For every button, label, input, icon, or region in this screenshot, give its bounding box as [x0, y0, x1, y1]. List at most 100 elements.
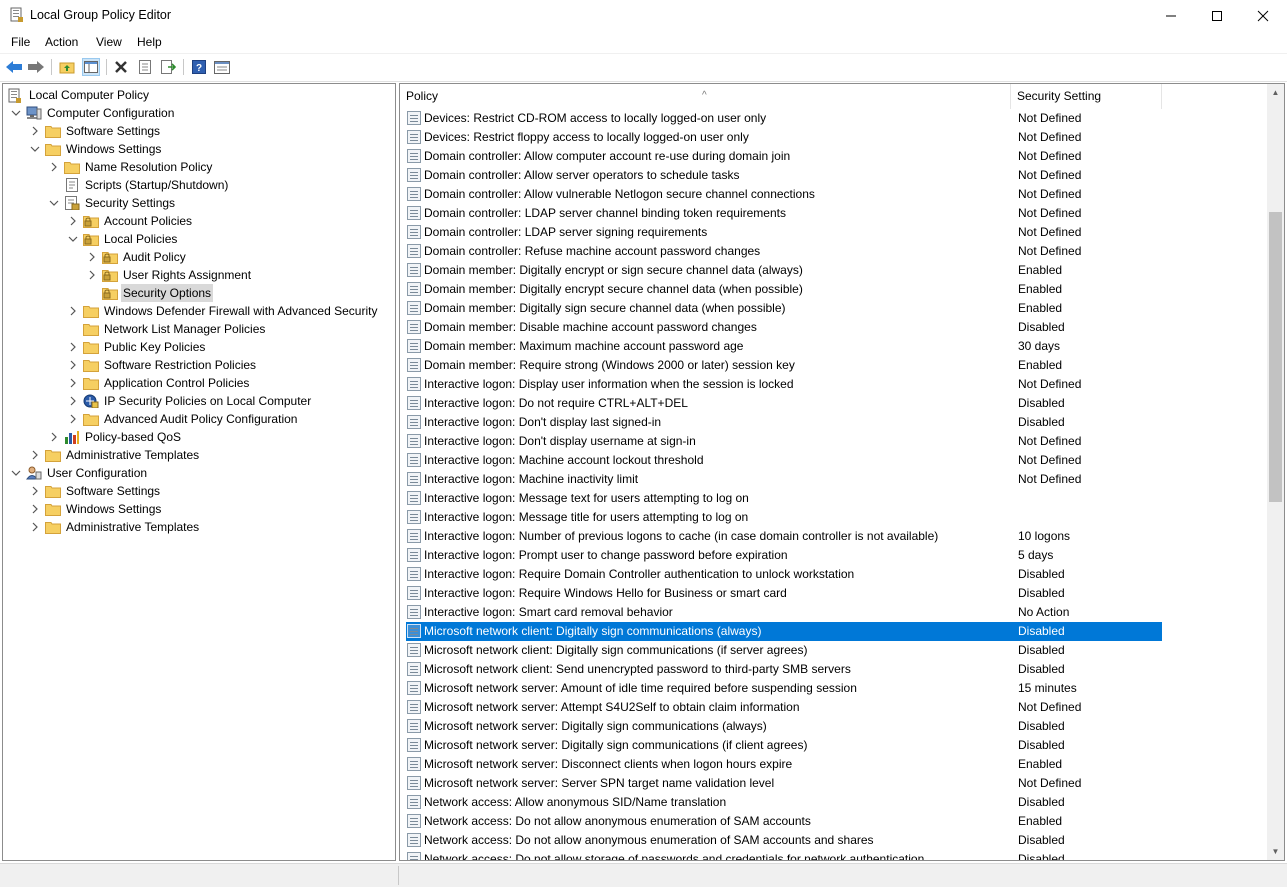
policy-row[interactable]: Microsoft network server: Disconnect cli… [406, 755, 1162, 774]
policy-row[interactable]: Interactive logon: Require Domain Contro… [406, 565, 1162, 584]
tree-item[interactable]: Public Key Policies [3, 338, 395, 356]
policy-row[interactable]: Microsoft network client: Digitally sign… [406, 641, 1162, 660]
policy-row[interactable]: Microsoft network client: Send unencrypt… [406, 660, 1162, 679]
scroll-thumb[interactable] [1269, 212, 1282, 502]
policy-row[interactable]: Domain controller: Allow vulnerable Netl… [406, 185, 1162, 204]
chevron-right-icon[interactable] [30, 486, 40, 496]
back-button[interactable] [5, 58, 23, 76]
tree-item[interactable]: Application Control Policies [3, 374, 395, 392]
export-list-button[interactable] [159, 58, 177, 76]
chevron-right-icon[interactable] [49, 432, 59, 442]
menu-help[interactable]: Help [137, 35, 162, 49]
properties-button[interactable] [136, 58, 154, 76]
policy-row[interactable]: Domain member: Disable machine account p… [406, 318, 1162, 337]
policy-row[interactable]: Network access: Do not allow storage of … [406, 850, 1162, 860]
policy-row[interactable]: Network access: Do not allow anonymous e… [406, 831, 1162, 850]
policy-row[interactable]: Microsoft network server: Server SPN tar… [406, 774, 1162, 793]
policy-row[interactable]: Domain member: Maximum machine account p… [406, 337, 1162, 356]
minimize-button[interactable] [1148, 0, 1194, 32]
policy-row[interactable]: Microsoft network server: Digitally sign… [406, 717, 1162, 736]
chevron-right-icon[interactable] [68, 306, 78, 316]
tree-item[interactable]: Audit Policy [3, 248, 395, 266]
policy-row[interactable]: Interactive logon: Prompt user to change… [406, 546, 1162, 565]
policy-row[interactable]: Interactive logon: Don't display usernam… [406, 432, 1162, 451]
chevron-right-icon[interactable] [68, 216, 78, 226]
chevron-right-icon[interactable] [68, 414, 78, 424]
chevron-right-icon[interactable] [30, 126, 40, 136]
policy-row[interactable]: Domain controller: LDAP server signing r… [406, 223, 1162, 242]
chevron-right-icon[interactable] [68, 360, 78, 370]
tree-item[interactable]: Security Settings [3, 194, 395, 212]
tree-item[interactable]: Policy-based QoS [3, 428, 395, 446]
policy-row[interactable]: Interactive logon: Message text for user… [406, 489, 1162, 508]
chevron-right-icon[interactable] [49, 162, 59, 172]
chevron-right-icon[interactable] [68, 396, 78, 406]
chevron-right-icon[interactable] [30, 450, 40, 460]
tree-item[interactable]: Local Policies [3, 230, 395, 248]
tree-item[interactable]: Account Policies [3, 212, 395, 230]
policy-row[interactable]: Domain member: Digitally encrypt or sign… [406, 261, 1162, 280]
chevron-right-icon[interactable] [87, 270, 97, 280]
vertical-scrollbar[interactable]: ▲ ▼ [1267, 84, 1284, 860]
tree-item[interactable]: User Configuration [3, 464, 395, 482]
policy-row[interactable]: Devices: Restrict CD-ROM access to local… [406, 109, 1162, 128]
tree-item[interactable]: IP Security Policies on Local Computer [3, 392, 395, 410]
menu-action[interactable]: Action [45, 35, 78, 49]
policy-row[interactable]: Microsoft network server: Attempt S4U2Se… [406, 698, 1162, 717]
tree-item[interactable]: Software Settings [3, 122, 395, 140]
up-folder-button[interactable] [58, 58, 76, 76]
policy-list[interactable]: Policy ^ Security Setting Devices: Restr… [399, 83, 1285, 861]
tree-item[interactable]: Security Options [3, 284, 395, 302]
tree-item[interactable]: Name Resolution Policy [3, 158, 395, 176]
show-hide-tree-button[interactable] [82, 58, 100, 76]
tree-item[interactable]: Administrative Templates [3, 446, 395, 464]
column-header-security-setting[interactable]: Security Setting [1011, 84, 1162, 109]
scroll-up-icon[interactable]: ▲ [1267, 84, 1284, 101]
chevron-right-icon[interactable] [30, 504, 40, 514]
policy-row[interactable]: Network access: Allow anonymous SID/Name… [406, 793, 1162, 812]
policy-row[interactable]: Domain controller: LDAP server channel b… [406, 204, 1162, 223]
policy-row[interactable]: Interactive logon: Display user informat… [406, 375, 1162, 394]
column-header-policy[interactable]: Policy ^ [400, 84, 1011, 109]
chevron-down-icon[interactable] [68, 234, 78, 244]
policy-row[interactable]: Interactive logon: Don't display last si… [406, 413, 1162, 432]
policy-row[interactable]: Domain controller: Allow server operator… [406, 166, 1162, 185]
policy-row[interactable]: Microsoft network server: Digitally sign… [406, 736, 1162, 755]
chevron-right-icon[interactable] [87, 252, 97, 262]
tree-item[interactable]: Advanced Audit Policy Configuration [3, 410, 395, 428]
tree-item[interactable]: Windows Settings [3, 500, 395, 518]
tree-item[interactable]: Administrative Templates [3, 518, 395, 536]
policy-row[interactable]: Domain controller: Refuse machine accoun… [406, 242, 1162, 261]
chevron-down-icon[interactable] [11, 468, 21, 478]
tree-item[interactable]: User Rights Assignment [3, 266, 395, 284]
close-button[interactable] [1240, 0, 1286, 32]
console-tree[interactable]: Local Computer Policy Computer Configurat… [2, 83, 396, 861]
forward-button[interactable] [27, 58, 45, 76]
policy-row[interactable]: Domain member: Digitally encrypt secure … [406, 280, 1162, 299]
chevron-right-icon[interactable] [68, 342, 78, 352]
policy-row[interactable]: Domain member: Require strong (Windows 2… [406, 356, 1162, 375]
policy-row[interactable]: Interactive logon: Smart card removal be… [406, 603, 1162, 622]
chevron-right-icon[interactable] [30, 522, 40, 532]
help-button[interactable]: ? [190, 58, 208, 76]
policy-row[interactable]: Interactive logon: Machine inactivity li… [406, 470, 1162, 489]
delete-button[interactable] [112, 58, 130, 76]
policy-row[interactable]: Devices: Restrict floppy access to local… [406, 128, 1162, 147]
maximize-button[interactable] [1194, 0, 1240, 32]
menu-file[interactable]: File [11, 35, 30, 49]
tree-item[interactable]: Software Restriction Policies [3, 356, 395, 374]
tree-item[interactable]: Computer Configuration [3, 104, 395, 122]
policy-row[interactable]: Interactive logon: Message title for use… [406, 508, 1162, 527]
tree-item[interactable]: Local Computer Policy [3, 86, 395, 104]
tree-item[interactable]: Scripts (Startup/Shutdown) [3, 176, 395, 194]
tree-item[interactable]: Windows Defender Firewall with Advanced … [3, 302, 395, 320]
view-button[interactable] [213, 58, 231, 76]
chevron-down-icon[interactable] [49, 198, 59, 208]
scroll-down-icon[interactable]: ▼ [1267, 843, 1284, 860]
tree-item[interactable]: Network List Manager Policies [3, 320, 395, 338]
policy-row[interactable]: Interactive logon: Do not require CTRL+A… [406, 394, 1162, 413]
tree-item[interactable]: Windows Settings [3, 140, 395, 158]
policy-row[interactable]: Domain controller: Allow computer accoun… [406, 147, 1162, 166]
policy-row[interactable]: Interactive logon: Number of previous lo… [406, 527, 1162, 546]
policy-row[interactable]: Interactive logon: Require Windows Hello… [406, 584, 1162, 603]
